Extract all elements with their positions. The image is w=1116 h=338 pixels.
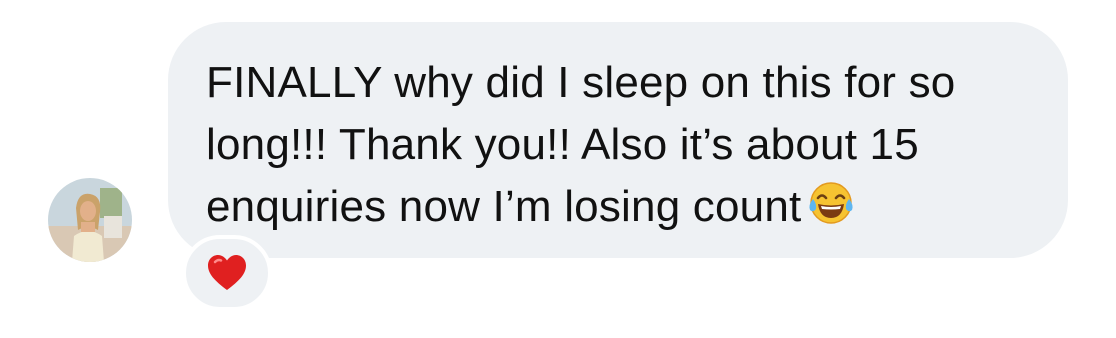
red-heart-icon xyxy=(208,255,246,290)
tears-of-joy-emoji-icon xyxy=(807,179,855,227)
sender-avatar[interactable] xyxy=(48,178,132,262)
message-thread: FINALLY why did I sleep on this for so l… xyxy=(0,0,1116,338)
heart-reaction-badge[interactable] xyxy=(182,235,272,311)
avatar-photo-icon xyxy=(48,178,132,262)
message-text: FINALLY why did I sleep on this for so l… xyxy=(206,52,1028,238)
message-bubble[interactable]: FINALLY why did I sleep on this for so l… xyxy=(168,22,1068,258)
